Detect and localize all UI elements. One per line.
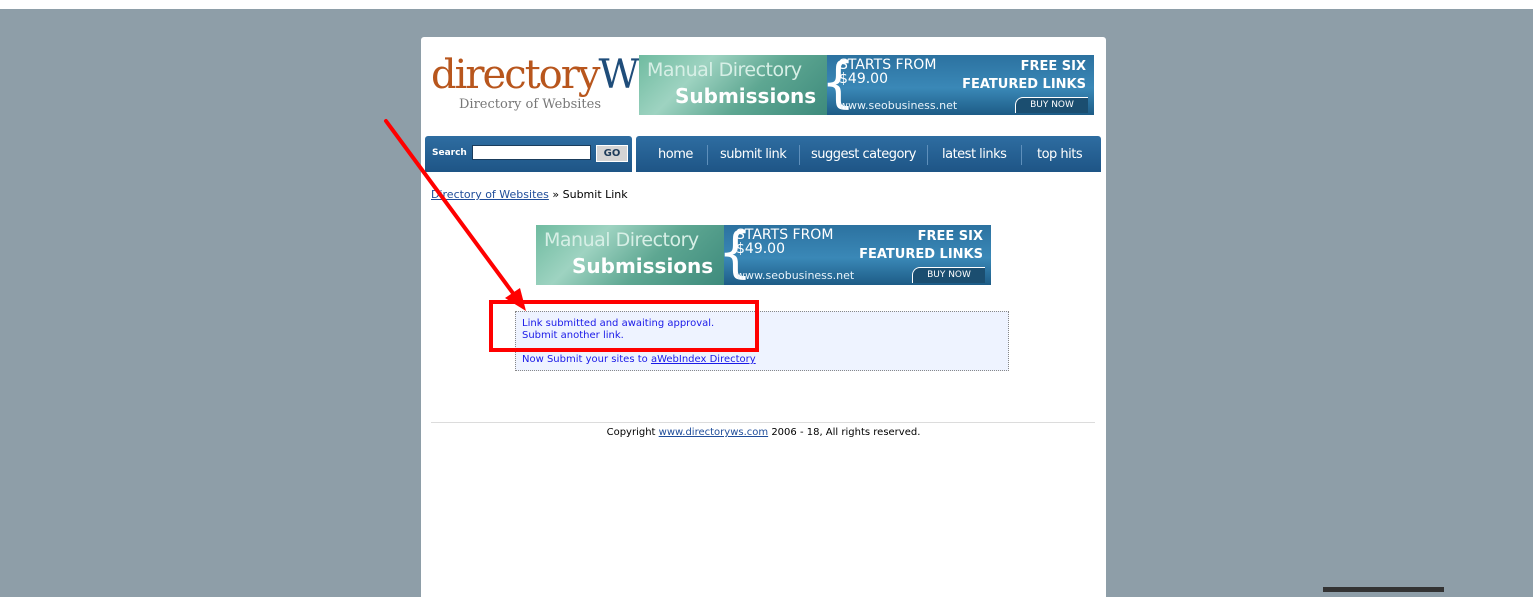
bottom-dark-tab <box>1323 587 1444 592</box>
annotation-arrow-icon <box>384 119 526 311</box>
